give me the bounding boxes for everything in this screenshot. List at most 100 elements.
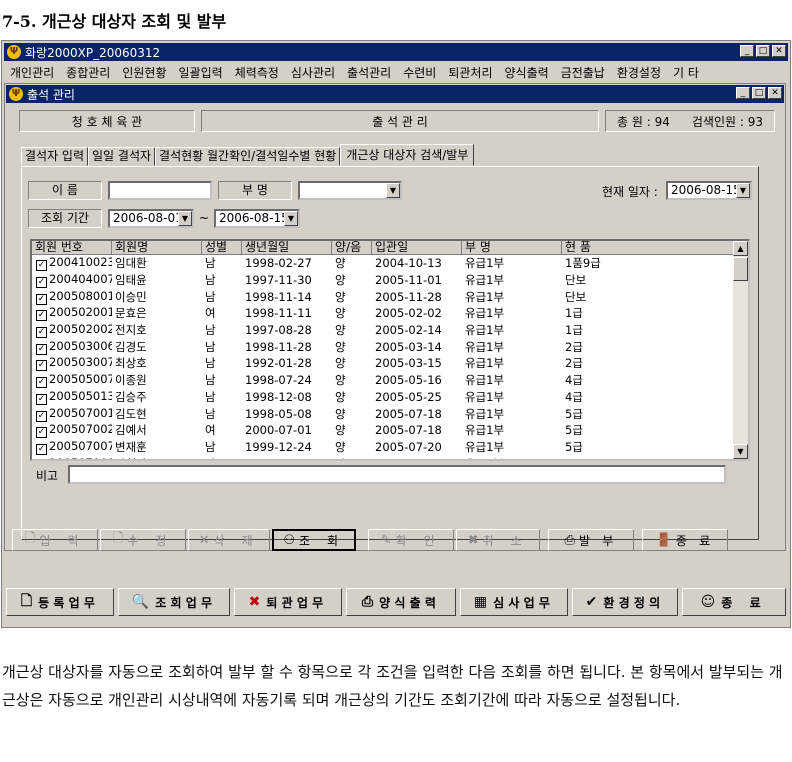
table-row[interactable]: ✓ 200507002 김예서 여 2000-07-01 양 2005-07-18 유급1부 5… xyxy=(32,422,734,439)
grid-scrollbar[interactable]: ▲ ▼ xyxy=(733,241,748,459)
exit-button[interactable]: ☺ 종 료 xyxy=(682,588,786,616)
menu-item-batch-input[interactable]: 일괄입력 xyxy=(173,64,229,81)
name-label: 이 름 xyxy=(28,181,102,200)
insert-button[interactable]: 🗋 입 력 xyxy=(12,529,98,551)
table-row[interactable]: ✓ 200503006 김경도 남 1998-11-28 양 2005-03-14 유급1부 2… xyxy=(32,338,734,355)
chevron-down-icon[interactable]: ▼ xyxy=(386,183,400,198)
member-grid[interactable]: 회원 번호 회원명 성별 생년월일 양/음 입관일 부 명 현 품 ✓ 20041… xyxy=(30,239,750,461)
table-row[interactable]: ✓ 200508001 이승민 남 1998-11-14 양 2005-11-28 유급1부 단… xyxy=(32,288,734,305)
register-button[interactable]: 🗋 등록업무 xyxy=(6,588,114,616)
column-calendar[interactable]: 양/음 xyxy=(332,241,372,255)
menu-item-fitness[interactable]: 체력측정 xyxy=(229,64,285,81)
issue-button[interactable]: ⎙ 발 부 xyxy=(548,529,634,551)
tab-absentee-input[interactable]: 결석자 입력 xyxy=(21,147,89,166)
table-cell: 남 xyxy=(205,289,216,304)
member-id-cell: ✓ 200505013 xyxy=(32,389,112,405)
cell-text: 200404007 xyxy=(49,272,112,287)
close-button[interactable]: 🚪 종 료 xyxy=(642,529,728,551)
table-row[interactable]: ✓ 200505013 김승주 남 1998-12-08 양 2005-05-25 유급1부 4… xyxy=(32,389,734,406)
today-select[interactable]: 2006-08-15 ▼ xyxy=(666,181,752,200)
scroll-thumb[interactable] xyxy=(733,257,748,281)
confirm-button[interactable]: ✎ 확 인 xyxy=(368,529,454,551)
edit-button[interactable]: 🗋 수 정 xyxy=(100,529,186,551)
table-row[interactable]: ✓ 200505007 이종원 남 1998-07-24 양 2005-05-16 유급1부 4… xyxy=(32,372,734,389)
row-checkbox[interactable]: ✓ xyxy=(36,443,47,455)
menu-item-review[interactable]: 심사관리 xyxy=(285,64,341,81)
tab-monthly-absence[interactable]: 결석현황 월간확인/결석일수별 현황 xyxy=(155,147,341,166)
menu-item-attendance[interactable]: 출석관리 xyxy=(341,64,397,81)
maximize-icon[interactable]: □ xyxy=(756,45,770,57)
row-checkbox[interactable]: ✓ xyxy=(36,427,47,439)
row-checkbox[interactable]: ✓ xyxy=(36,393,47,405)
column-member-name[interactable]: 회원명 xyxy=(112,241,202,255)
note-input[interactable] xyxy=(68,465,726,484)
table-cell: 5급 xyxy=(562,456,734,459)
column-rank[interactable]: 현 품 xyxy=(562,241,734,255)
chevron-down-icon[interactable]: ▼ xyxy=(736,183,750,198)
table-row[interactable]: ✓ 200503007 최상호 남 1992-01-28 양 2005-03-15 유급1부 2… xyxy=(32,355,734,372)
column-member-id[interactable]: 회원 번호 xyxy=(32,241,112,255)
row-checkbox[interactable]: ✓ xyxy=(36,343,47,355)
table-cell: 남 xyxy=(205,389,216,404)
review-button[interactable]: ▦ 심사업무 xyxy=(460,588,568,616)
period-from-select[interactable]: 2006-08-01 ▼ xyxy=(108,209,194,228)
settings-button[interactable]: ✔ 환경정의 xyxy=(572,588,678,616)
menu-item-general[interactable]: 종합관리 xyxy=(60,64,116,81)
row-checkbox[interactable]: ✓ xyxy=(36,360,47,372)
cell-text: 200507007 xyxy=(49,438,112,453)
menu-item-members-status[interactable]: 인원현황 xyxy=(116,64,172,81)
tab-daily-absentees[interactable]: 일일 결석자 xyxy=(88,147,156,166)
close-icon[interactable]: ✕ xyxy=(768,87,782,99)
table-row[interactable]: ✓ 200502001 문효은 여 1998-11-11 양 2005-02-02 유급1부 1… xyxy=(32,305,734,322)
cancel-button[interactable]: ✖ 취 소 xyxy=(456,529,540,551)
table-row[interactable]: ✓ 200404007 임태윤 남 1997-11-30 양 2005-11-01 유급1부 단… xyxy=(32,272,734,289)
close-icon[interactable]: ✕ xyxy=(772,45,786,57)
minimize-icon[interactable]: _ xyxy=(736,87,750,99)
dept-select[interactable]: ▼ xyxy=(298,181,402,200)
menu-item-form-print[interactable]: 양식출력 xyxy=(499,64,555,81)
period-to-select[interactable]: 2006-08-15 ▼ xyxy=(214,209,300,228)
row-checkbox[interactable]: ✓ xyxy=(36,310,47,322)
table-row[interactable]: ✓ 200410023 임대환 남 1998-02-27 양 2004-10-13 유급1부 1… xyxy=(32,255,734,272)
table-row[interactable]: ✓200507008양히와남1999-11-05양2005-07-20유급1부5… xyxy=(32,455,734,459)
tab-perfect-attendance[interactable]: 개근상 대상자 검색/발부 xyxy=(340,144,475,166)
table-cell: 여 xyxy=(205,306,216,321)
scroll-up-icon[interactable]: ▲ xyxy=(733,241,748,256)
table-row[interactable]: ✓ 200502002 전지호 남 1997-08-28 양 2005-02-14 유급1부 1… xyxy=(32,322,734,339)
table-cell: 유급1부 xyxy=(462,456,562,459)
menu-item-settings[interactable]: 환경설정 xyxy=(611,64,667,81)
row-checkbox[interactable]: ✓ xyxy=(36,260,47,272)
chevron-down-icon[interactable]: ▼ xyxy=(178,211,192,226)
column-birthdate[interactable]: 생년월일 xyxy=(242,241,332,255)
member-id-cell: ✓ 200508001 xyxy=(32,289,112,305)
delete-button[interactable]: ✕ 삭 제 xyxy=(188,529,270,551)
row-checkbox[interactable]: ✓ xyxy=(36,377,47,389)
menu-item-cashbook[interactable]: 금전출납 xyxy=(555,64,611,81)
inquiry-button[interactable]: 🔍 조회업무 xyxy=(118,588,230,616)
row-checkbox[interactable]: ✓ xyxy=(36,327,47,339)
name-input[interactable] xyxy=(108,181,212,200)
column-join-date[interactable]: 입관일 xyxy=(372,241,462,255)
table-cell: 전지호 xyxy=(115,323,147,338)
forms-button[interactable]: ⎙ 양식출력 xyxy=(346,588,456,616)
row-checkbox[interactable]: ✓ xyxy=(36,277,47,289)
menu-item-fees[interactable]: 수련비 xyxy=(397,64,442,81)
table-row[interactable]: ✓ 200507001 김도현 남 1998-05-08 양 2005-07-18 유급1부 5… xyxy=(32,405,734,422)
minimize-icon[interactable]: _ xyxy=(740,45,754,57)
menu-item-personal[interactable]: 개인관리 xyxy=(4,64,60,81)
table-cell: 양 xyxy=(335,389,346,404)
search-button[interactable]: ⚇ 조 회 xyxy=(272,529,356,551)
column-dept[interactable]: 부 명 xyxy=(462,241,562,255)
withdraw-button[interactable]: ✖ 퇴관업무 xyxy=(234,588,342,616)
table-cell: 5급 xyxy=(565,423,583,438)
table-row[interactable]: ✓ 200507007 변재훈 남 1999-12-24 양 2005-07-20 유급1부 5… xyxy=(32,439,734,456)
row-checkbox[interactable]: ✓ xyxy=(36,410,47,422)
maximize-icon[interactable]: □ xyxy=(752,87,766,99)
total-members: 총 원 : 94 xyxy=(617,114,670,129)
menu-item-withdrawal[interactable]: 퇴관처리 xyxy=(442,64,498,81)
scroll-down-icon[interactable]: ▼ xyxy=(733,444,748,459)
menu-item-etc[interactable]: 기 타 xyxy=(667,64,705,81)
row-checkbox[interactable]: ✓ xyxy=(36,293,47,305)
column-gender[interactable]: 성별 xyxy=(202,241,242,255)
chevron-down-icon[interactable]: ▼ xyxy=(284,211,298,226)
